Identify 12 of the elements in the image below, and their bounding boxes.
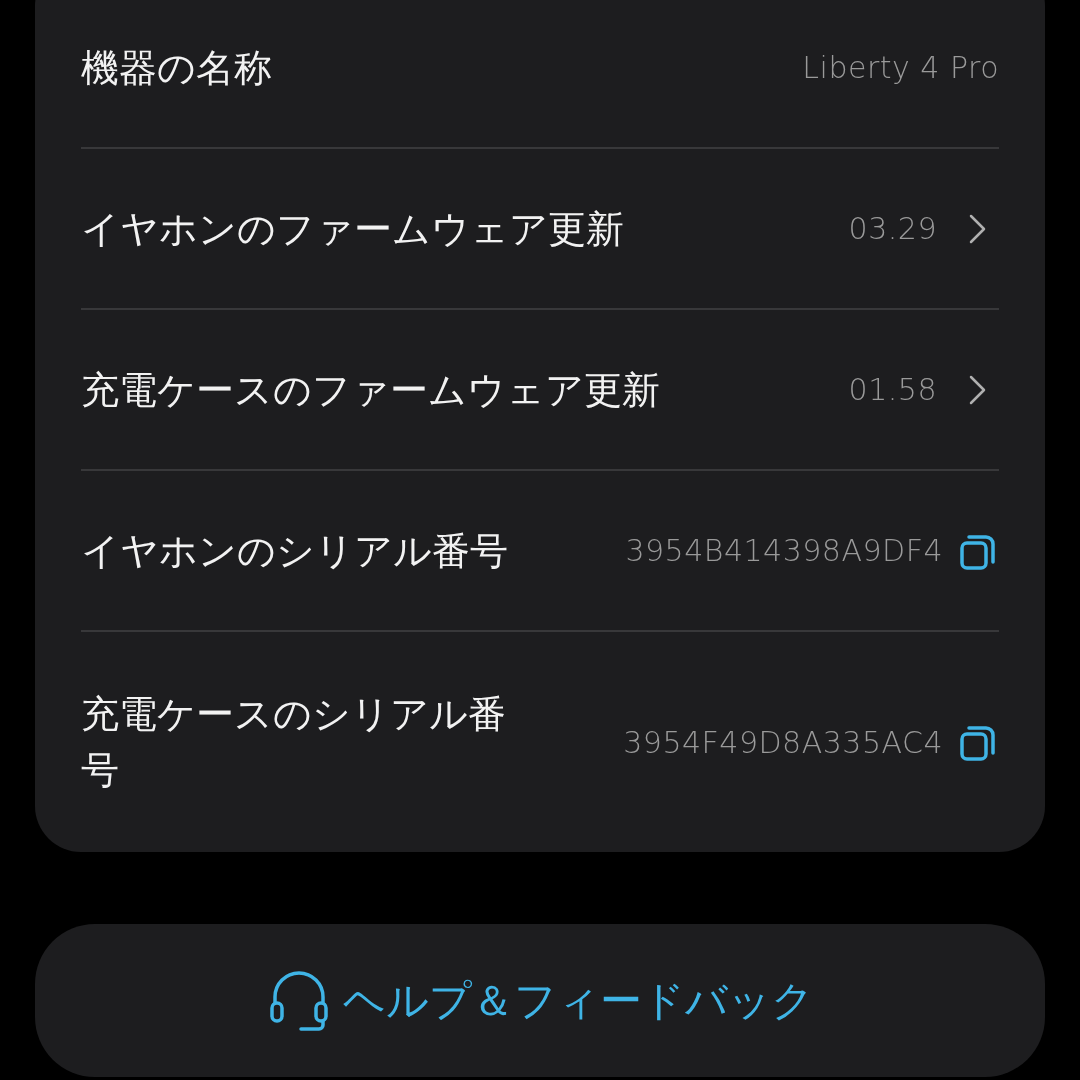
row-value: 3954F49D8A335AC4: [623, 723, 943, 762]
row-label: 充電ケースのシリアル番号: [81, 691, 507, 794]
row-label: イヤホンのファームウェア更新: [81, 205, 624, 253]
help-feedback-button[interactable]: ヘルプ＆フィードバック: [35, 924, 1045, 1077]
row-value: Liberty 4 Pro: [802, 49, 999, 87]
copy-icon[interactable]: [959, 723, 997, 761]
row-value: 3954B414398A9DF4: [625, 532, 943, 570]
row-value: 01.58: [848, 371, 937, 409]
row-label: 充電ケースのファームウェア更新: [81, 366, 660, 414]
row-value: 03.29: [848, 210, 937, 248]
row-label: 機器の名称: [81, 44, 272, 92]
row-label: イヤホンのシリアル番号: [81, 527, 508, 575]
